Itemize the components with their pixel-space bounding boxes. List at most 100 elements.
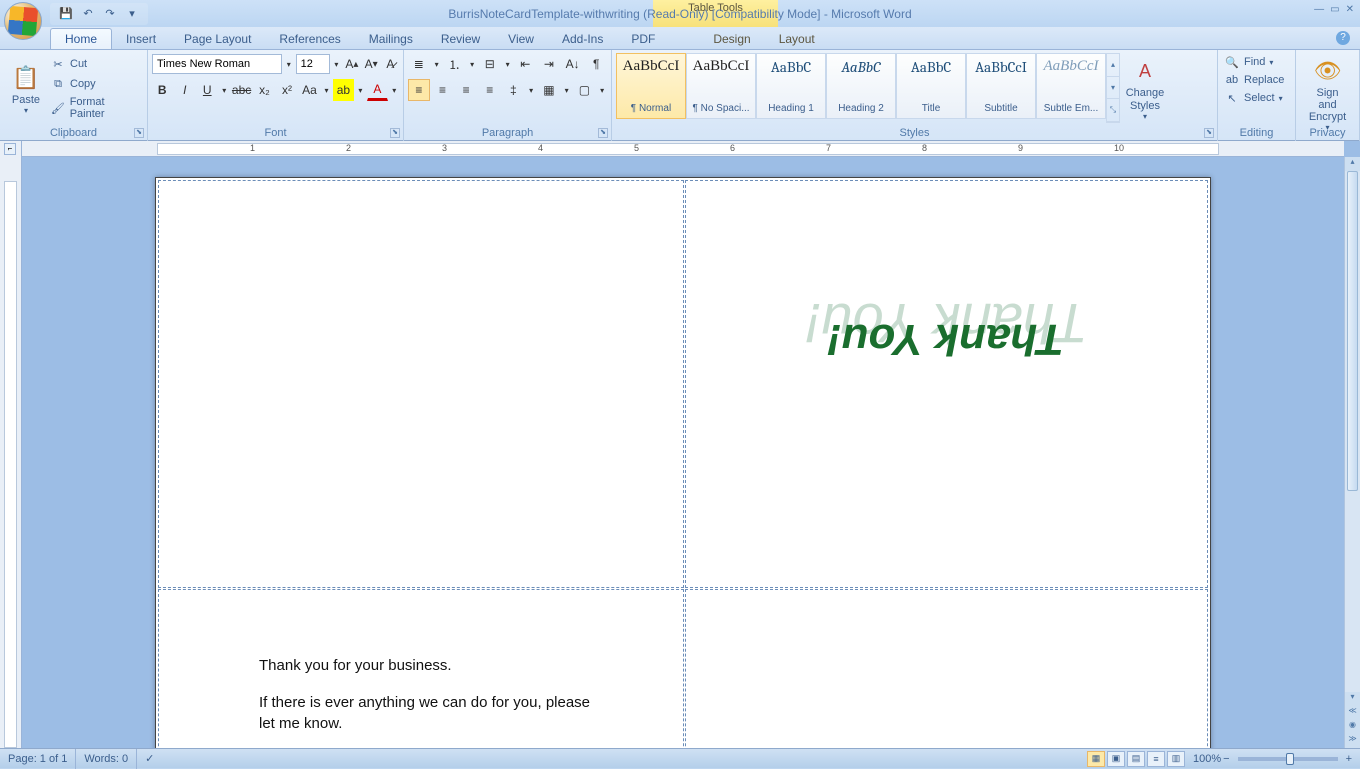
change-case-button[interactable]: Aa <box>299 79 320 101</box>
italic-button[interactable]: I <box>175 79 196 101</box>
shading-button[interactable]: ▦ <box>538 79 560 101</box>
browse-object-icon[interactable]: ◉ <box>1345 720 1360 734</box>
print-layout-view-icon[interactable]: ▦ <box>1087 751 1105 767</box>
close-icon[interactable]: ✕ <box>1346 4 1354 15</box>
web-layout-view-icon[interactable]: ▤ <box>1127 751 1145 767</box>
help-icon[interactable]: ? <box>1336 31 1350 45</box>
font-launcher-icon[interactable]: ⬊ <box>390 128 400 138</box>
gallery-down-icon[interactable]: ▾ <box>1107 77 1119 100</box>
prev-page-icon[interactable]: ≪ <box>1345 706 1360 720</box>
tab-review[interactable]: Review <box>427 29 494 49</box>
proofing-icon[interactable]: ✓ <box>137 749 162 769</box>
zoom-out-icon[interactable]: − <box>1223 753 1229 765</box>
tab-selector-icon[interactable]: ⌐ <box>4 143 16 155</box>
font-name-input[interactable] <box>152 54 282 74</box>
show-marks-button[interactable]: ¶ <box>585 53 607 75</box>
table-cell-bottom-left[interactable]: Thank you for your business. If there is… <box>158 589 684 748</box>
body-text[interactable]: Thank you for your business. If there is… <box>259 655 603 748</box>
font-name-dropdown-icon[interactable]: ▾ <box>284 53 294 75</box>
tab-home[interactable]: Home <box>50 28 112 49</box>
qat-customize-icon[interactable]: ▾ <box>122 5 142 23</box>
change-styles-button[interactable]: A Change Styles ▾ <box>1120 53 1170 123</box>
clipboard-launcher-icon[interactable]: ⬊ <box>134 128 144 138</box>
zoom-in-icon[interactable]: + <box>1346 753 1352 765</box>
tab-design[interactable]: Design <box>699 29 764 49</box>
bullets-dropdown-icon[interactable]: ▾ <box>432 53 442 75</box>
grow-font-button[interactable]: A▴ <box>343 53 360 75</box>
numbering-button[interactable]: ⒈ <box>444 53 466 75</box>
tab-layout[interactable]: Layout <box>765 29 829 49</box>
case-dropdown-icon[interactable]: ▾ <box>322 79 331 101</box>
underline-button[interactable]: U <box>197 79 218 101</box>
style--normal[interactable]: AaBbCcI¶ Normal <box>616 53 686 119</box>
strikethrough-button[interactable]: abc <box>231 79 252 101</box>
restore-icon[interactable]: ▭ <box>1330 4 1339 15</box>
increase-indent-button[interactable]: ⇥ <box>538 53 560 75</box>
document-page[interactable]: Thank You! Thank You! Thank you for your… <box>155 177 1211 748</box>
full-screen-view-icon[interactable]: ▣ <box>1107 751 1125 767</box>
select-button[interactable]: ↖Select▾ <box>1222 89 1291 107</box>
cut-button[interactable]: ✂Cut <box>48 55 143 73</box>
find-button[interactable]: 🔍Find▾ <box>1222 53 1291 71</box>
tab-page-layout[interactable]: Page Layout <box>170 29 265 49</box>
minimize-icon[interactable]: — <box>1314 4 1324 15</box>
outline-view-icon[interactable]: ≡ <box>1147 751 1165 767</box>
tab-addins[interactable]: Add-Ins <box>548 29 617 49</box>
spacing-dropdown-icon[interactable]: ▾ <box>526 79 536 101</box>
numbering-dropdown-icon[interactable]: ▾ <box>467 53 477 75</box>
save-icon[interactable]: 💾 <box>56 5 76 23</box>
multilevel-button[interactable]: ⊟ <box>479 53 501 75</box>
align-right-button[interactable]: ≡ <box>455 79 477 101</box>
superscript-button[interactable]: x² <box>277 79 298 101</box>
tab-mailings[interactable]: Mailings <box>355 29 427 49</box>
word-count[interactable]: Words: 0 <box>76 749 137 769</box>
shading-dropdown-icon[interactable]: ▾ <box>562 79 572 101</box>
align-left-button[interactable]: ≡ <box>408 79 430 101</box>
undo-icon[interactable]: ↶ <box>78 5 98 23</box>
underline-dropdown-icon[interactable]: ▾ <box>220 79 229 101</box>
borders-dropdown-icon[interactable]: ▾ <box>597 79 607 101</box>
table-cell-bottom-right[interactable] <box>685 589 1208 748</box>
draft-view-icon[interactable]: ▥ <box>1167 751 1185 767</box>
gallery-up-icon[interactable]: ▴ <box>1107 54 1119 77</box>
style-subtitle[interactable]: AaBbCcISubtitle <box>966 53 1036 119</box>
style-subtle-em-[interactable]: AaBbCcISubtle Em... <box>1036 53 1106 119</box>
tab-insert[interactable]: Insert <box>112 29 170 49</box>
vertical-scrollbar[interactable]: ▴ ▾ ≪ ◉ ≫ <box>1344 157 1360 748</box>
office-button[interactable] <box>4 2 42 40</box>
clear-formatting-button[interactable]: A̷ <box>382 53 399 75</box>
paste-button[interactable]: 📋 Paste ▾ <box>4 53 48 123</box>
scroll-up-icon[interactable]: ▴ <box>1345 157 1360 171</box>
bold-button[interactable]: B <box>152 79 173 101</box>
font-size-dropdown-icon[interactable]: ▾ <box>332 53 342 75</box>
horizontal-ruler[interactable]: 12345678910 <box>22 141 1344 157</box>
scroll-thumb[interactable] <box>1347 171 1358 491</box>
justify-button[interactable]: ≡ <box>479 79 501 101</box>
style--no-spaci-[interactable]: AaBbCcI¶ No Spaci... <box>686 53 756 119</box>
tab-view[interactable]: View <box>494 29 548 49</box>
style-heading-1[interactable]: AaBbCHeading 1 <box>756 53 826 119</box>
style-heading-2[interactable]: AaBbCHeading 2 <box>826 53 896 119</box>
zoom-level[interactable]: 100% <box>1193 753 1221 765</box>
table-cell-top-right[interactable]: Thank You! Thank You! <box>685 180 1208 588</box>
styles-launcher-icon[interactable]: ⬊ <box>1204 128 1214 138</box>
shrink-font-button[interactable]: A▾ <box>363 53 380 75</box>
tab-pdf[interactable]: PDF <box>617 29 669 49</box>
gallery-more-icon[interactable]: ⤡ <box>1107 99 1119 122</box>
tab-references[interactable]: References <box>265 29 354 49</box>
redo-icon[interactable]: ↷ <box>100 5 120 23</box>
next-page-icon[interactable]: ≫ <box>1345 734 1360 748</box>
bullets-button[interactable]: ≣ <box>408 53 430 75</box>
zoom-thumb[interactable] <box>1286 753 1294 765</box>
page-scroll[interactable]: Thank You! Thank You! Thank you for your… <box>22 157 1344 748</box>
format-painter-button[interactable]: 🖌Format Painter <box>48 95 143 121</box>
subscript-button[interactable]: x₂ <box>254 79 275 101</box>
line-spacing-button[interactable]: ‡ <box>503 79 525 101</box>
borders-button[interactable]: ▢ <box>574 79 596 101</box>
highlight-dropdown-icon[interactable]: ▾ <box>356 79 365 101</box>
scroll-down-icon[interactable]: ▾ <box>1345 692 1360 706</box>
replace-button[interactable]: abReplace <box>1222 71 1291 89</box>
paragraph-launcher-icon[interactable]: ⬊ <box>598 128 608 138</box>
sign-encrypt-button[interactable]: 👁 Sign and Encrypt ▾ <box>1300 53 1355 134</box>
font-size-input[interactable] <box>296 54 330 74</box>
